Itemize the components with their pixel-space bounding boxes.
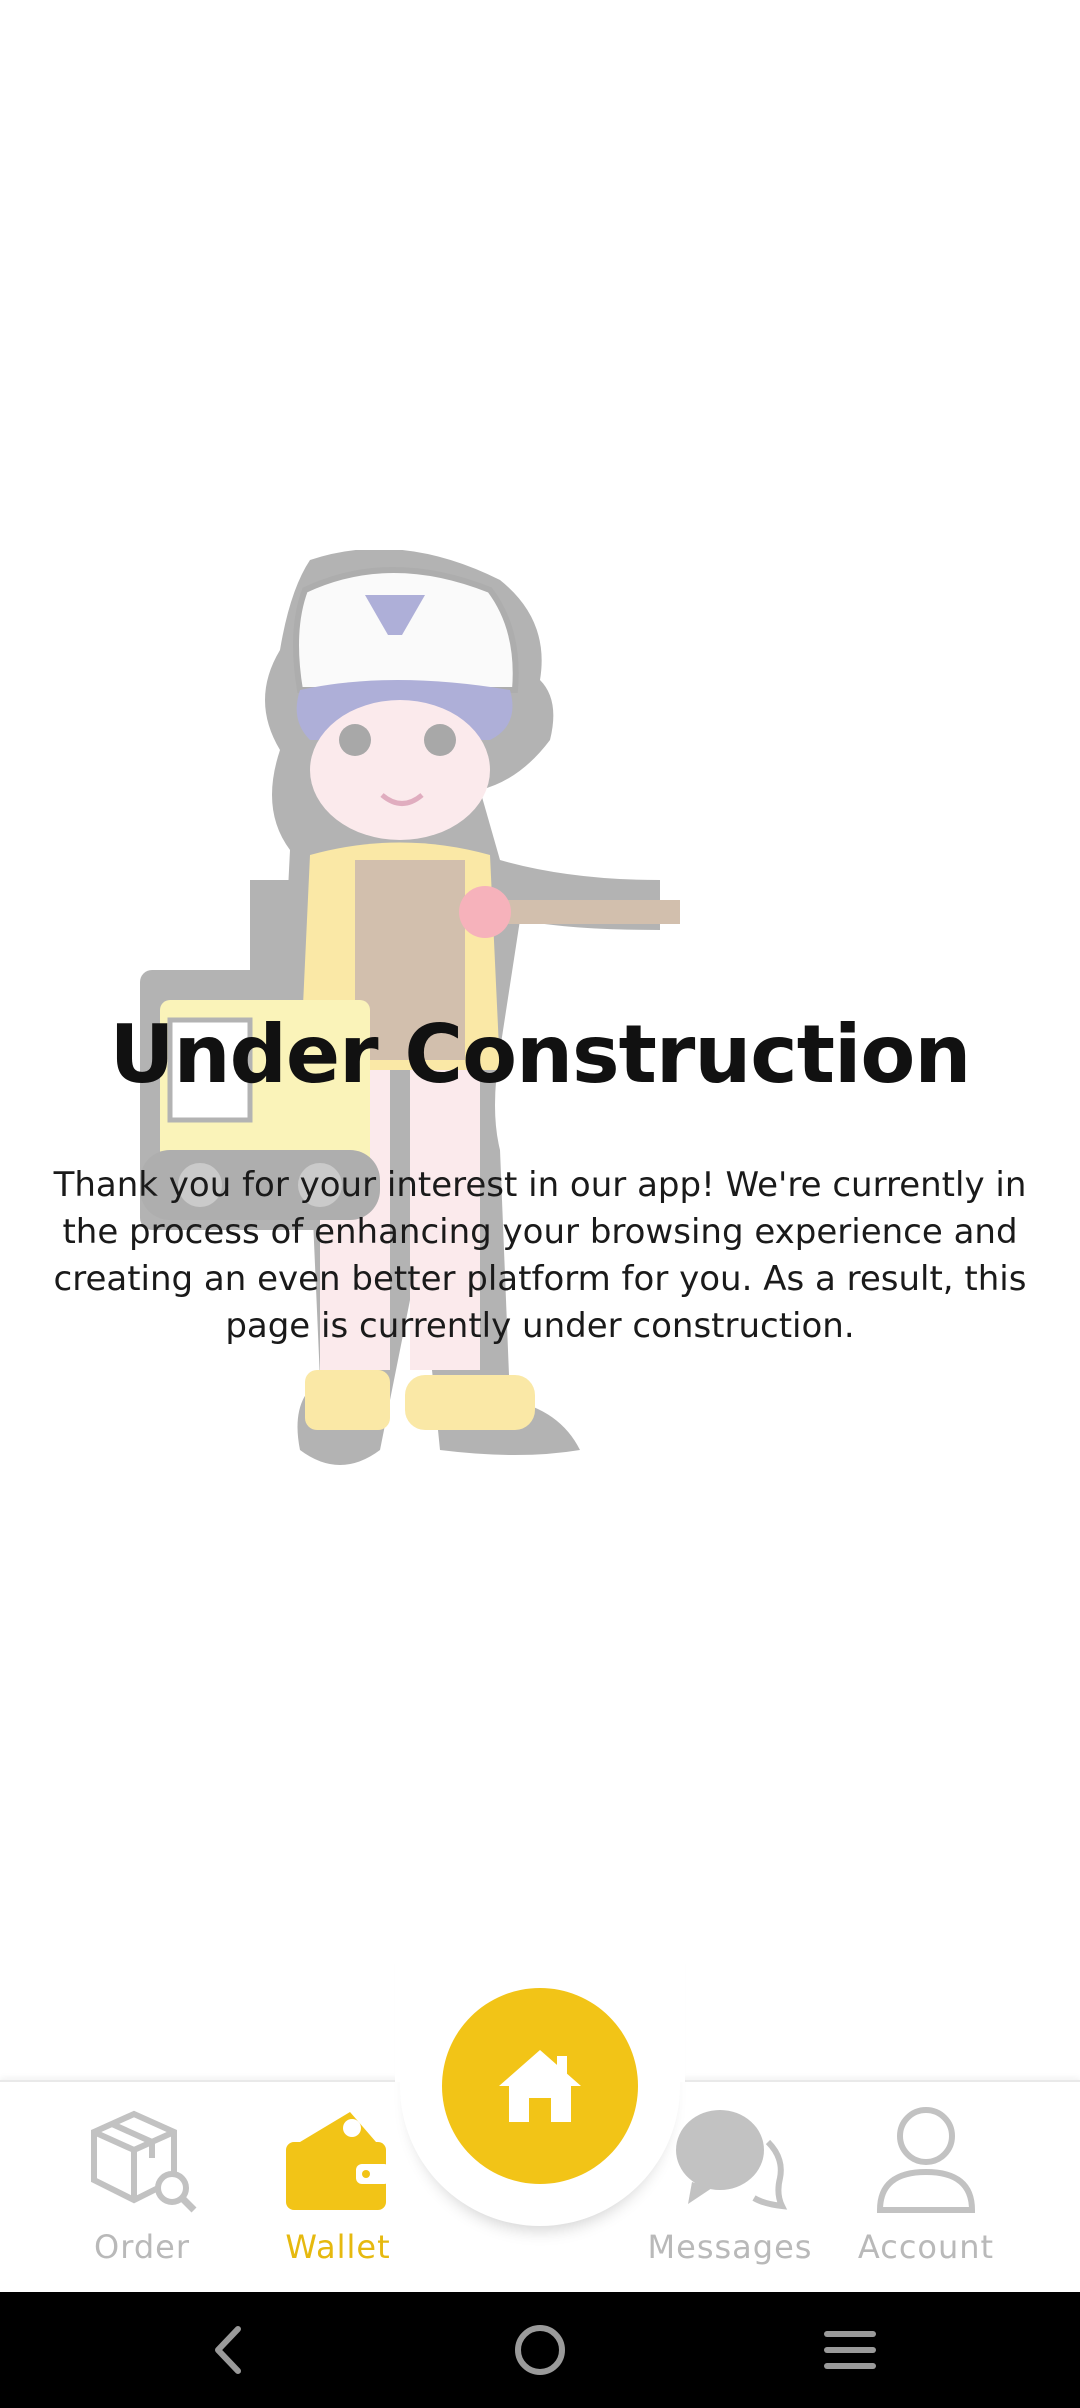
home-circle-icon [515,2325,565,2375]
home-icon [499,2050,581,2122]
nav-item-order[interactable]: Order [52,2100,232,2280]
nav-label-wallet: Wallet [285,2228,391,2266]
order-box-search-icon [82,2100,202,2220]
nav-item-wallet[interactable]: Wallet [248,2100,428,2280]
nav-label-account: Account [857,2228,995,2266]
construction-message: Thank you for your interest in our app! … [53,1165,1027,1346]
system-back-button[interactable] [198,2320,258,2380]
home-button[interactable] [442,1988,638,2184]
back-icon [215,2326,241,2374]
nav-label-order: Order [94,2228,190,2266]
system-home-button[interactable] [510,2320,570,2380]
system-recents-button[interactable] [820,2320,880,2380]
system-navigation-bar [0,2292,1080,2408]
recents-menu-icon [824,2331,876,2369]
under-construction-content: Under Construction Thank you for your in… [40,1000,1040,1350]
nav-label-messages: Messages [647,2228,813,2266]
wallet-icon [278,2100,398,2220]
user-icon [866,2100,986,2220]
nav-item-messages[interactable]: Messages [640,2100,820,2280]
nav-item-account[interactable]: Account [836,2100,1016,2280]
page-title: Under Construction [109,1008,972,1101]
chat-bubbles-icon [670,2100,790,2220]
